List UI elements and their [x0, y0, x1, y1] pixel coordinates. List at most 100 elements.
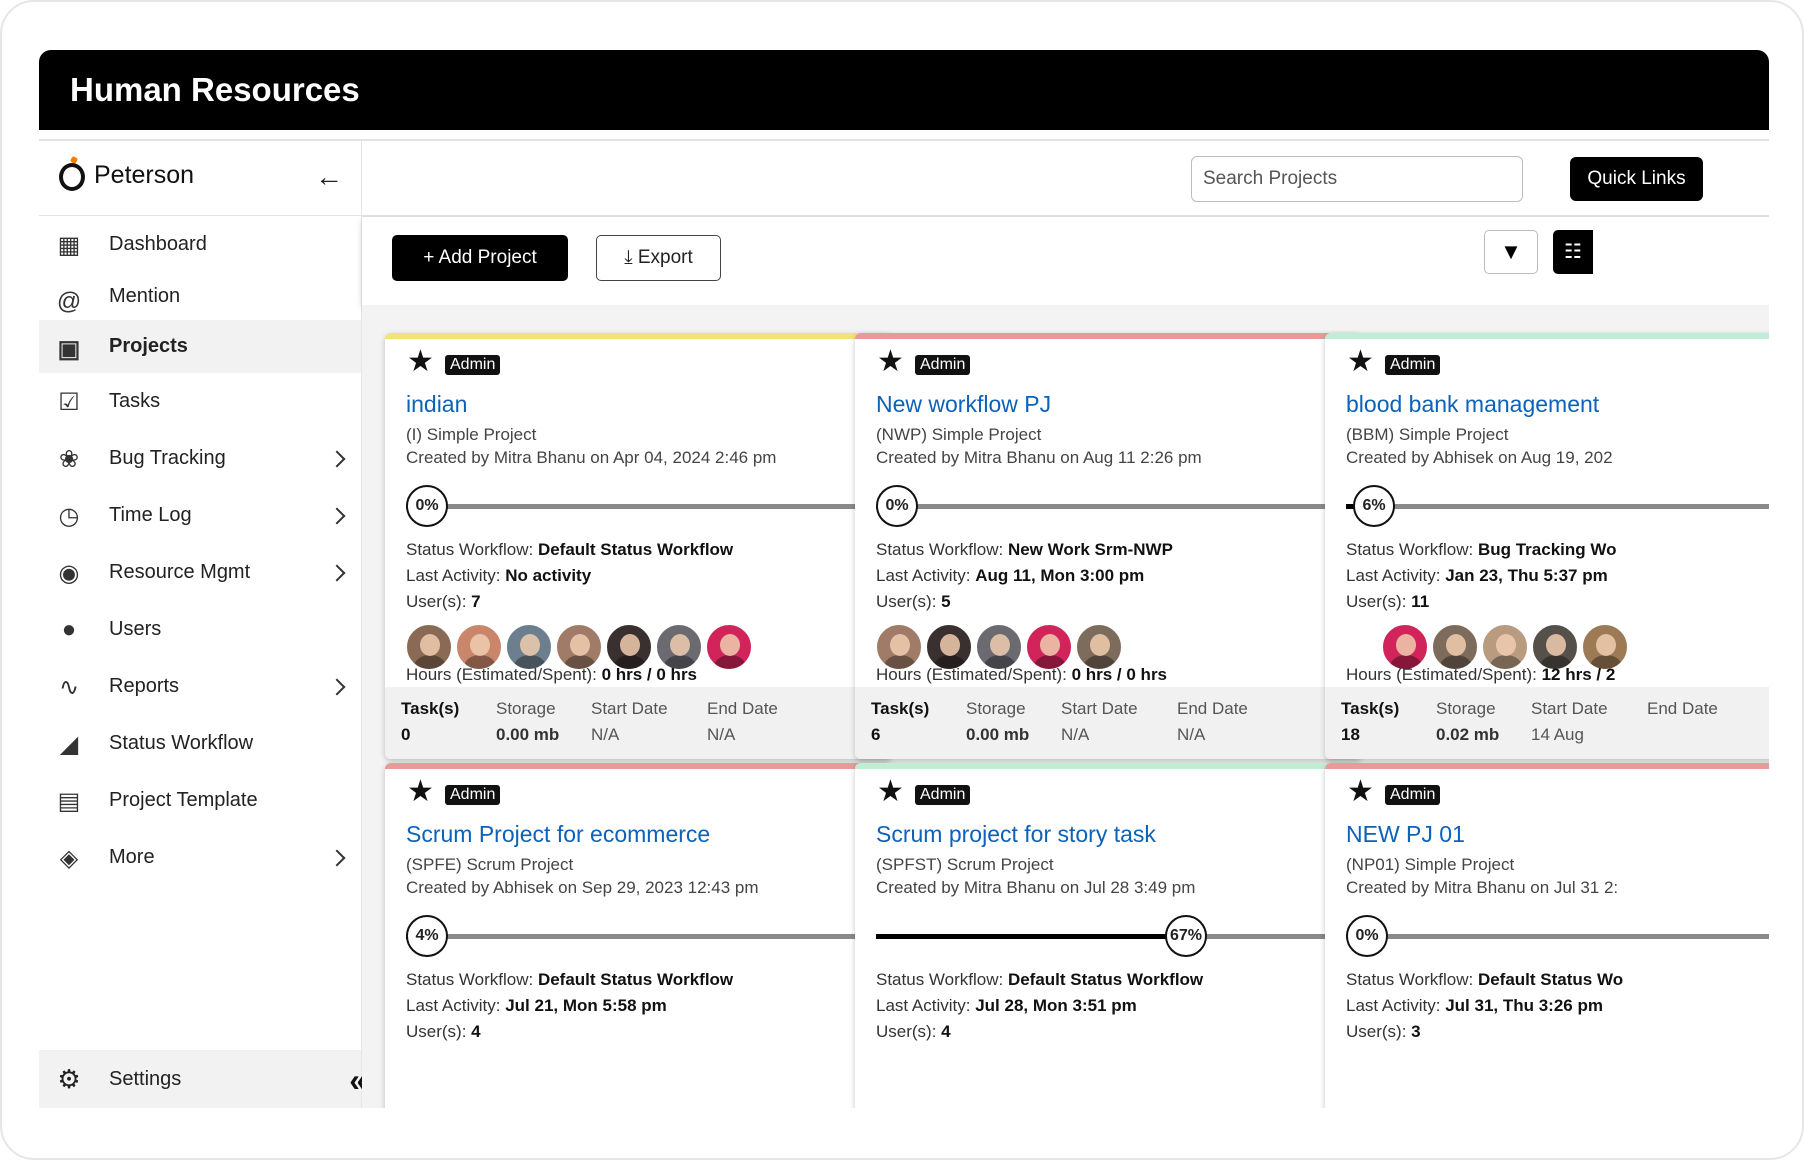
sidebar-item-dashboard[interactable]: ▦ Dashboard [39, 216, 361, 273]
project-card[interactable]: ★ Admin New workflow PJ (NWP) Simple Projec… [855, 333, 1362, 759]
dashboard-icon: ▦ [57, 231, 81, 259]
project-card[interactable]: ★ Admin Scrum Project for ecommerce (SPFE) … [385, 763, 892, 1108]
avatar[interactable] [875, 623, 923, 671]
avatar[interactable] [975, 623, 1023, 671]
sidebar-item-resource-mgmt[interactable]: ◉ Resource Mgmt [39, 544, 361, 601]
project-title[interactable]: Scrum project for story task [876, 821, 1156, 848]
avatar[interactable] [705, 623, 753, 671]
star-icon[interactable]: ★ [877, 777, 904, 807]
chevron-right-icon [328, 507, 346, 525]
end-date-stat: End Date N/A [1177, 699, 1248, 744]
sidebar-item-reports[interactable]: ∿ Reports [39, 658, 361, 715]
sidebar-item-tasks[interactable]: ☑ Tasks [39, 373, 361, 430]
status-workflow: Status Workflow: Default Status Workflow [406, 540, 734, 559]
last-activity: Last Activity: Jul 31, Thu 3:26 pm [1346, 996, 1603, 1015]
brand-header: Peterson ← [39, 141, 361, 216]
window-frame: Human Resources Peterson ← ▦ Dashboard @ Me… [0, 0, 1804, 1160]
project-created: Created by Mitra Bhanu on Aug 11 2:26 pm [876, 448, 1202, 467]
progress-percent: 0% [406, 485, 448, 527]
project-title[interactable]: NEW PJ 01 [1346, 821, 1465, 848]
star-icon[interactable]: ★ [877, 347, 904, 377]
sidebar-item-more[interactable]: ◈ More [39, 829, 361, 886]
role-badge: Admin [1385, 785, 1441, 805]
sidebar-item-label: Users [109, 618, 162, 640]
star-icon[interactable]: ★ [407, 347, 434, 377]
role-badge: Admin [915, 785, 971, 805]
add-project-button[interactable]: + Add Project [392, 235, 568, 281]
status-workflow: Status Workflow: New Work Srm-NWP [876, 540, 1173, 559]
sidebar-item-label: Settings [109, 1067, 182, 1090]
double-chevron-left-icon[interactable]: « [349, 1062, 367, 1099]
user-icon: ● [61, 616, 77, 643]
grid-view-button[interactable]: ☷ [1553, 230, 1593, 274]
avatar[interactable] [1075, 623, 1123, 671]
user-count: User(s): 3 [1346, 1022, 1421, 1041]
sidebar-nav: ▦ Dashboard @ Mention ▣ Projects ☑ Tasks ❀ Bug Tr… [39, 216, 361, 886]
tasks-stat: Task(s) 0 [401, 699, 460, 744]
avatar[interactable] [1025, 623, 1073, 671]
project-title[interactable]: Scrum Project for ecommerce [406, 821, 710, 848]
arrow-left-icon[interactable]: ← [315, 163, 343, 191]
project-card[interactable]: ★ Admin NEW PJ 01 (NP01) Simple Project Crea… [1325, 763, 1769, 1108]
sidebar-item-label: Projects [109, 335, 188, 357]
star-icon[interactable]: ★ [1347, 347, 1374, 377]
avatar[interactable] [1481, 623, 1529, 671]
sidebar-item-time-log[interactable]: ◷ Time Log [39, 487, 361, 544]
sidebar-item-settings[interactable]: ⚙ Settings « [39, 1050, 367, 1108]
filter-button[interactable]: ▼ [1484, 230, 1538, 274]
sidebar-item-label: Reports [109, 675, 180, 697]
star-icon[interactable]: ★ [1347, 777, 1374, 807]
avatar[interactable] [1381, 623, 1429, 671]
user-count: User(s): 7 [406, 592, 481, 611]
status-color-bar [385, 763, 892, 769]
project-card[interactable]: ★ Admin indian (I) Simple Project Created by… [385, 333, 892, 759]
avatar[interactable] [555, 623, 603, 671]
project-title[interactable]: New workflow PJ [876, 391, 1051, 418]
project-created: Created by Abhisek on Sep 29, 2023 12:43… [406, 878, 759, 897]
sidebar-item-mention[interactable]: @ Mention [39, 273, 361, 320]
quick-links-button[interactable]: Quick Links [1570, 157, 1703, 201]
avatar[interactable] [1431, 623, 1479, 671]
avatar[interactable] [1581, 623, 1629, 671]
end-date-stat: End Date N/A [707, 699, 778, 744]
project-card[interactable]: ★ Admin Scrum project for story task (SPFST… [855, 763, 1362, 1108]
status-workflow: Status Workflow: Default Status Workflow [876, 970, 1204, 989]
sidebar-item-status-workflow[interactable]: ◢ Status Workflow [39, 715, 361, 772]
sidebar-item-label: Project Template [109, 789, 258, 811]
card-footer: Task(s) 18 Storage 0.02 mb Start Date 14 Aug E… [1325, 687, 1769, 759]
hours-estimated-spent: Hours (Estimated/Spent): 0 hrs / 0 hrs [876, 665, 1168, 684]
avatar[interactable] [1531, 623, 1579, 671]
avatar[interactable] [605, 623, 653, 671]
storage-stat: Storage 0.00 mb [966, 699, 1030, 744]
status-workflow: Status Workflow: Default Status Wo [1346, 970, 1624, 989]
start-date-stat: Start Date 14 Aug [1531, 699, 1608, 744]
last-activity: Last Activity: Jul 28, Mon 3:51 pm [876, 996, 1137, 1015]
sidebar-item-label: Resource Mgmt [109, 561, 251, 583]
role-badge: Admin [445, 785, 501, 805]
last-activity: Last Activity: No activity [406, 566, 592, 585]
at-icon: @ [56, 288, 82, 315]
sidebar-item-users[interactable]: ● Users [39, 601, 361, 658]
workflow-icon: ◢ [59, 730, 79, 758]
peterson-logo-icon [59, 163, 85, 191]
sidebar-item-projects[interactable]: ▣ Projects [39, 320, 361, 373]
avatar[interactable] [925, 623, 973, 671]
sidebar-item-project-template[interactable]: ▤ Project Template [39, 772, 361, 829]
avatar[interactable] [505, 623, 553, 671]
project-title[interactable]: indian [406, 391, 467, 418]
avatar[interactable] [655, 623, 703, 671]
status-color-bar [1325, 333, 1769, 339]
user-count: User(s): 4 [406, 1022, 481, 1041]
sidebar-item-bug-tracking[interactable]: ❀ Bug Tracking [39, 430, 361, 487]
project-title[interactable]: blood bank management [1346, 391, 1599, 418]
star-icon[interactable]: ★ [407, 777, 434, 807]
avatar[interactable] [455, 623, 503, 671]
project-card[interactable]: ★ Admin blood bank management (BBM) Simple … [1325, 333, 1769, 759]
export-button[interactable]: ⤓ Export [596, 235, 721, 281]
role-badge: Admin [445, 355, 501, 375]
search-input[interactable] [1191, 156, 1523, 202]
sidebar-item-label: Mention [109, 285, 181, 307]
app-title: Human Resources [39, 50, 1769, 130]
avatar[interactable] [405, 623, 453, 671]
status-workflow: Status Workflow: Bug Tracking Wo [1346, 540, 1617, 559]
